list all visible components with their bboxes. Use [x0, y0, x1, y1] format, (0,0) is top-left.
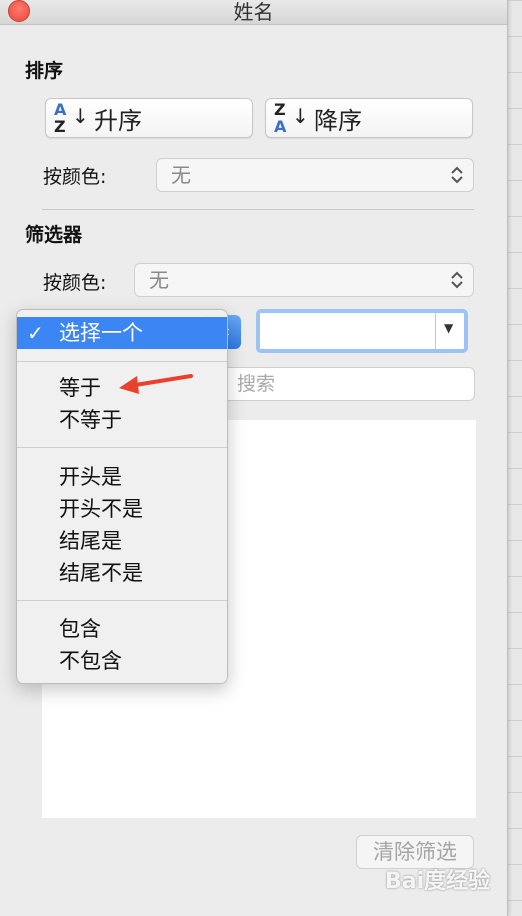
filter-by-color-label: 按颜色:: [43, 272, 107, 294]
menu-item-choose-one[interactable]: ✓ 选择一个: [17, 317, 227, 349]
sort-ascending-button[interactable]: A Z ↓ 升序: [45, 98, 253, 138]
menu-item-not-equals[interactable]: 不等于: [17, 404, 227, 436]
menu-item-not-contains[interactable]: 不包含: [17, 645, 227, 677]
filter-by-color-select[interactable]: 无: [134, 263, 474, 297]
menu-separator: [17, 361, 227, 362]
menu-item-not-ends-with[interactable]: 结尾不是: [17, 557, 227, 589]
title-bar: 姓名: [0, 0, 507, 25]
filter-value-dropdown-button[interactable]: ▼: [435, 313, 464, 349]
sort-descending-icon: Z A ↓: [274, 100, 309, 136]
menu-item-contains[interactable]: 包含: [17, 613, 227, 645]
filter-value-combobox[interactable]: ▼: [256, 309, 468, 353]
filter-section-label: 筛选器: [25, 224, 83, 246]
filter-by-color-value: 无: [149, 268, 169, 292]
up-down-chevron-icon: [451, 271, 463, 289]
condition-dropdown-menu: ✓ 选择一个 等于 不等于 开头是 开头不是 结尾是 结尾不是 包含 不包含: [16, 309, 228, 684]
section-divider: [42, 209, 474, 210]
menu-item-begins-with[interactable]: 开头是: [17, 461, 227, 493]
sort-section-label: 排序: [25, 60, 64, 82]
up-down-chevron-icon: [451, 166, 463, 184]
menu-separator: [17, 600, 227, 601]
annotation-arrow-icon: [119, 374, 193, 394]
sort-by-color-value: 无: [171, 163, 191, 187]
sort-descending-label: 降序: [314, 106, 362, 135]
sort-ascending-label: 升序: [94, 106, 142, 135]
checkmark-icon: ✓: [27, 321, 44, 345]
sort-ascending-icon: A Z ↓: [54, 100, 89, 136]
menu-separator: [17, 447, 227, 448]
search-placeholder: 搜索: [237, 373, 276, 395]
sort-by-color-select[interactable]: 无: [156, 158, 474, 192]
menu-item-not-begins-with[interactable]: 开头不是: [17, 493, 227, 525]
search-input[interactable]: 搜索: [222, 367, 475, 401]
filter-value-input[interactable]: [260, 313, 440, 351]
triangle-down-icon: ▼: [444, 321, 454, 335]
sort-by-color-label: 按颜色:: [43, 166, 107, 188]
watermark: Bai度经验: [385, 869, 491, 894]
window-title: 姓名: [233, 0, 274, 24]
menu-item-ends-with[interactable]: 结尾是: [17, 525, 227, 557]
sort-descending-button[interactable]: Z A ↓ 降序: [265, 98, 473, 138]
